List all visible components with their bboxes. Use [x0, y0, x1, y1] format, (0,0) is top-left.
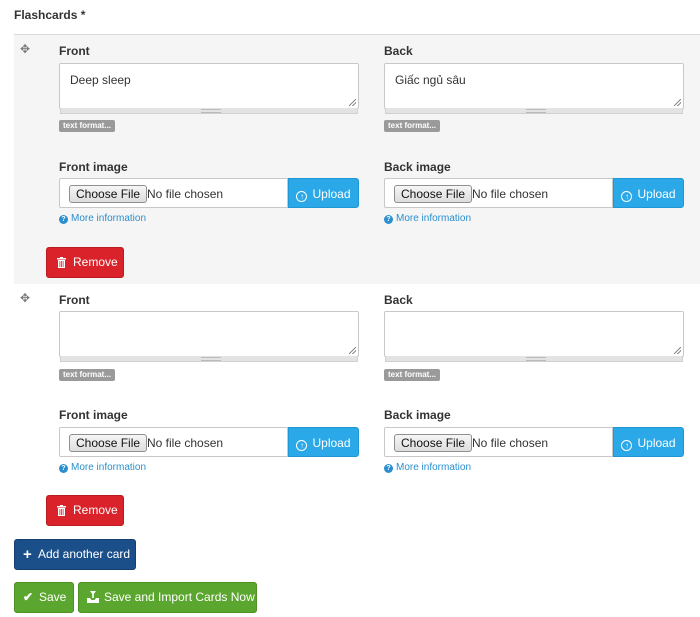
resize-handle-icon[interactable]: [349, 99, 356, 106]
remove-label: Remove: [73, 255, 118, 269]
choose-file-button[interactable]: Choose File: [394, 185, 473, 203]
text-format-toggle[interactable]: text format...: [384, 369, 441, 381]
upload-circle-icon: ↑: [296, 440, 308, 451]
textarea-grippie[interactable]: [385, 356, 683, 362]
upload-label: Upload: [637, 436, 676, 450]
back-image-label: Back image: [384, 160, 451, 174]
upload-label: Upload: [637, 187, 676, 201]
more-information-text: More information: [396, 462, 472, 473]
flashcard-item-1: ✥ Front Deep sleep text format... Front …: [14, 34, 700, 285]
question-circle-icon: ?: [384, 464, 393, 473]
upload-label: Upload: [312, 436, 351, 450]
resize-handle-icon[interactable]: [674, 347, 681, 354]
plus-icon: +: [23, 546, 32, 563]
question-circle-icon: ?: [59, 215, 68, 224]
back-image-upload: Choose File No file chosen ↑ Upload: [384, 427, 684, 457]
front-label: Front: [59, 293, 90, 307]
more-information-text: More information: [396, 213, 472, 224]
remove-label: Remove: [73, 503, 118, 517]
more-information-link[interactable]: ? More information: [384, 213, 471, 224]
question-circle-icon: ?: [384, 215, 393, 224]
remove-card-button[interactable]: Remove: [46, 247, 124, 278]
textarea-grippie[interactable]: [385, 108, 683, 114]
textarea-grippie[interactable]: [60, 356, 358, 362]
save-and-import-button[interactable]: Save and Import Cards Now: [78, 582, 257, 613]
back-image-label: Back image: [384, 408, 451, 422]
choose-file-button[interactable]: Choose File: [69, 434, 148, 452]
upload-button[interactable]: ↑ Upload: [288, 178, 359, 208]
move-icon[interactable]: ✥: [19, 43, 31, 55]
no-file-text: No file chosen: [472, 187, 549, 201]
back-image-file-field[interactable]: Choose File No file chosen: [384, 427, 613, 457]
upload-label: Upload: [312, 187, 351, 201]
upload-button[interactable]: ↑ Upload: [613, 427, 684, 457]
remove-card-button[interactable]: Remove: [46, 495, 124, 526]
upload-circle-icon: ↑: [621, 440, 633, 451]
upload-circle-icon: ↑: [621, 191, 633, 202]
choose-file-button[interactable]: Choose File: [394, 434, 473, 452]
more-information-text: More information: [71, 462, 147, 473]
more-information-text: More information: [71, 213, 147, 224]
section-title: Flashcards *: [14, 8, 85, 22]
back-image-upload: Choose File No file chosen ↑ Upload: [384, 178, 684, 208]
back-textarea-value: Giấc ngủ sâu: [395, 73, 466, 87]
front-image-file-field[interactable]: Choose File No file chosen: [59, 427, 288, 457]
front-image-upload: Choose File No file chosen ↑ Upload: [59, 178, 359, 208]
add-another-card-label: Add another card: [38, 547, 131, 561]
text-format-toggle[interactable]: text format...: [59, 120, 116, 132]
text-format-toggle[interactable]: text format...: [384, 120, 441, 132]
upload-button[interactable]: ↑ Upload: [613, 178, 684, 208]
back-label: Back: [384, 293, 413, 307]
add-another-card-button[interactable]: + Add another card: [14, 539, 136, 570]
front-label: Front: [59, 44, 90, 58]
front-image-file-field[interactable]: Choose File No file chosen: [59, 178, 288, 208]
import-icon: [87, 591, 99, 603]
text-format-toggle[interactable]: text format...: [59, 369, 116, 381]
more-information-link[interactable]: ? More information: [59, 462, 146, 473]
front-image-label: Front image: [59, 408, 128, 422]
more-information-link[interactable]: ? More information: [384, 462, 471, 473]
textarea-grippie[interactable]: [60, 108, 358, 114]
no-file-text: No file chosen: [147, 436, 224, 450]
front-textarea[interactable]: [59, 311, 359, 362]
front-textarea-value: Deep sleep: [70, 73, 131, 87]
flashcard-item-2: ✥ Front text format... Front image Choos…: [14, 284, 700, 532]
more-information-link[interactable]: ? More information: [59, 213, 146, 224]
save-and-import-label: Save and Import Cards Now: [104, 590, 255, 604]
trash-icon: [57, 505, 66, 516]
back-label: Back: [384, 44, 413, 58]
resize-handle-icon[interactable]: [349, 347, 356, 354]
front-image-upload: Choose File No file chosen ↑ Upload: [59, 427, 359, 457]
check-icon: ✔: [23, 590, 34, 604]
trash-icon: [57, 257, 66, 268]
required-mark: *: [80, 8, 86, 22]
resize-handle-icon[interactable]: [674, 99, 681, 106]
save-label: Save: [39, 590, 67, 604]
move-icon[interactable]: ✥: [19, 292, 31, 304]
upload-button[interactable]: ↑ Upload: [288, 427, 359, 457]
section-title-text: Flashcards: [14, 8, 78, 22]
choose-file-button[interactable]: Choose File: [69, 185, 148, 203]
upload-circle-icon: ↑: [296, 191, 308, 202]
back-textarea[interactable]: Giấc ngủ sâu: [384, 63, 684, 114]
back-textarea[interactable]: [384, 311, 684, 362]
no-file-text: No file chosen: [472, 436, 549, 450]
question-circle-icon: ?: [59, 464, 68, 473]
back-image-file-field[interactable]: Choose File No file chosen: [384, 178, 613, 208]
front-image-label: Front image: [59, 160, 128, 174]
front-textarea[interactable]: Deep sleep: [59, 63, 359, 114]
save-button[interactable]: ✔ Save: [14, 582, 74, 613]
no-file-text: No file chosen: [147, 187, 224, 201]
